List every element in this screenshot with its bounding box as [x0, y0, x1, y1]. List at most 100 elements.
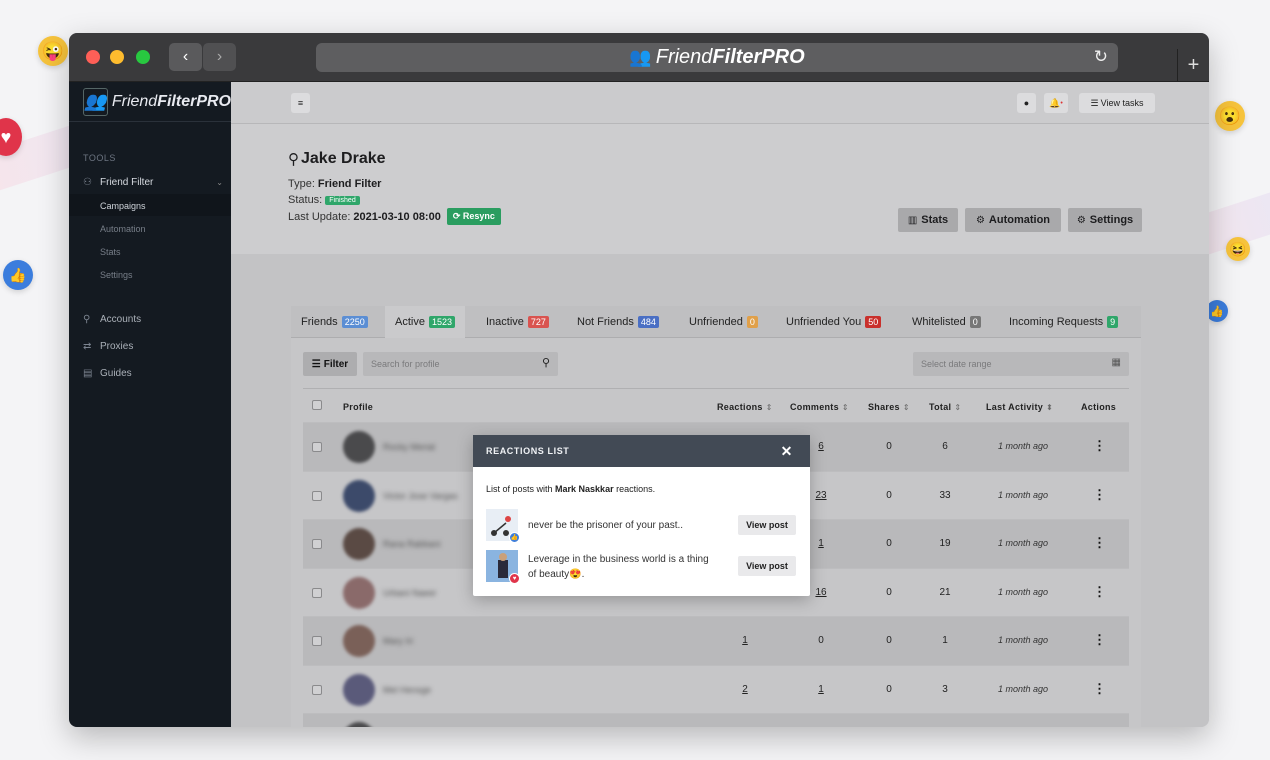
tab-label: Friends [301, 316, 338, 328]
total-cell: 19 [939, 538, 951, 549]
sidebar-item-label: Proxies [100, 341, 134, 352]
profile-name[interactable]: Victor Jose Vargas [383, 491, 458, 501]
sidebar-sub-stats[interactable]: Stats [100, 247, 121, 257]
tab-inactive[interactable]: Inactive 727 [476, 306, 559, 338]
sidebar-item-accounts[interactable]: ⚲ Accounts [83, 314, 141, 325]
tab-not-friends[interactable]: Not Friends 484 [567, 306, 669, 338]
row-checkbox[interactable] [312, 442, 322, 452]
avatar[interactable] [343, 576, 375, 609]
tab-active[interactable]: Active 1523 [385, 306, 465, 338]
minimize-window-button[interactable] [110, 50, 124, 64]
resync-button[interactable]: ⟳ Resync [446, 208, 501, 225]
profile-button[interactable]: ● [1017, 93, 1036, 113]
profile-name[interactable]: Mel Hensge [383, 685, 431, 695]
url-brand-bold: FilterPRO [712, 46, 805, 68]
sidebar-sub-campaigns[interactable]: Campaigns [100, 201, 146, 211]
header-total[interactable]: Total ⇕ [929, 402, 961, 412]
sidebar-section-label: TOOLS [83, 153, 116, 163]
header-comments[interactable]: Comments ⇕ [790, 402, 849, 412]
search-icon[interactable]: ⚲ [542, 356, 550, 369]
reload-icon[interactable]: ↻ [1094, 47, 1108, 67]
reactions-cell[interactable]: 2 [725, 684, 765, 695]
header-shares[interactable]: Shares ⇕ [868, 402, 910, 412]
tab-incoming-requests[interactable]: Incoming Requests 9 [999, 306, 1128, 338]
more-actions-icon[interactable]: ⋮ [1093, 438, 1106, 454]
avatar[interactable] [343, 431, 375, 463]
sidebar-item-guides[interactable]: ▤ Guides [83, 368, 132, 379]
row-checkbox[interactable] [312, 636, 322, 646]
total-cell: 6 [942, 441, 948, 452]
tab-friends[interactable]: Friends 2250 [291, 306, 378, 338]
search-placeholder: Search for profile [371, 359, 440, 369]
back-button[interactable]: ‹ [169, 43, 202, 71]
address-bar[interactable]: 👥 Friend FilterPRO ↻ [316, 43, 1118, 72]
row-checkbox[interactable] [312, 587, 322, 598]
reactions-cell[interactable]: 1 [725, 635, 765, 646]
select-all-checkbox[interactable] [312, 400, 322, 410]
date-range-input[interactable]: Select date range ▦ [913, 352, 1129, 376]
profile-name[interactable]: Rana Rabbani [383, 539, 441, 549]
view-post-button[interactable]: View post [738, 515, 796, 535]
tab-whitelisted[interactable]: Whitelisted 0 [902, 306, 991, 338]
header-last-activity[interactable]: Last Activity ⬍ [986, 402, 1053, 412]
post-item: ♥ Leverage in the business world is a th… [486, 550, 796, 586]
sidebar-sub-automation[interactable]: Automation [100, 224, 146, 234]
profile-name[interactable]: Rocky Merial [383, 442, 435, 452]
shares-cell: 0 [886, 441, 892, 452]
search-input[interactable]: Search for profile ⚲ [363, 352, 558, 376]
more-actions-icon[interactable]: ⋮ [1093, 487, 1106, 503]
sidebar-brand[interactable]: 👥 Friend FilterPRO [69, 82, 231, 122]
tab-unfriended[interactable]: Unfriended 0 [679, 306, 768, 338]
brand-light: Friend [111, 92, 158, 110]
avatar[interactable] [343, 625, 375, 657]
profile-name[interactable]: Mary Iri [383, 636, 413, 646]
header-reactions[interactable]: Reactions ⇕ [717, 402, 773, 412]
chevron-down-icon: ⌄ [216, 178, 223, 187]
status-label: Status: [288, 194, 323, 206]
modal-description: List of posts with Mark Naskkar reaction… [486, 484, 655, 494]
menu-toggle-button[interactable]: ≡ [291, 93, 310, 113]
row-checkbox[interactable] [312, 684, 322, 695]
sidebar-item-proxies[interactable]: ⇄ Proxies [83, 341, 133, 352]
more-actions-icon[interactable]: ⋮ [1093, 632, 1106, 648]
avatar[interactable] [343, 722, 375, 727]
view-post-button[interactable]: View post [738, 556, 796, 576]
table-row[interactable]: Richard Bolaoul | Calm20021 month ago⋮ [303, 713, 1129, 727]
avatar[interactable] [343, 479, 375, 512]
table-row[interactable]: Mary Iri 1 0 0 1 1 month ago ⋮ [303, 616, 1129, 665]
stats-button[interactable]: ▥ Stats [898, 208, 958, 232]
last-activity-cell: 1 month ago [997, 441, 1049, 451]
sidebar-sub-settings[interactable]: Settings [100, 270, 133, 280]
last-activity-cell: 1 month ago [997, 683, 1049, 694]
more-actions-icon[interactable]: ⋮ [1093, 681, 1106, 697]
filter-button[interactable]: ☰ Filter [303, 352, 357, 376]
settings-button[interactable]: ⚙ Settings [1068, 208, 1142, 232]
header-actions: Actions [1081, 402, 1117, 412]
sort-icon: ⇕ [902, 403, 910, 412]
avatar[interactable] [343, 528, 375, 560]
more-actions-icon[interactable]: ⋮ [1093, 584, 1106, 600]
close-icon[interactable]: ✕ [781, 443, 793, 460]
tab-unfriended-you[interactable]: Unfriended You 50 [776, 306, 891, 338]
avatar[interactable] [343, 673, 375, 706]
comments-cell[interactable]: 1 [801, 684, 841, 695]
tab-label: Inactive [486, 316, 524, 328]
sidebar-item-friend-filter[interactable]: ⚇ Friend Filter ⌄ [83, 177, 223, 188]
forward-button[interactable]: › [203, 43, 236, 71]
new-tab-button[interactable]: + [1177, 49, 1209, 82]
tab-label: Whitelisted [912, 316, 966, 328]
close-window-button[interactable] [86, 50, 100, 64]
date-placeholder: Select date range [921, 359, 992, 369]
table-row[interactable]: Mel Hensge 2 1 0 3 1 month ago ⋮ [303, 664, 1129, 713]
maximize-window-button[interactable] [136, 50, 150, 64]
row-checkbox[interactable] [312, 539, 322, 549]
automation-button[interactable]: ⚙ Automation [965, 208, 1061, 232]
view-tasks-button[interactable]: ☰ View tasks [1079, 93, 1155, 113]
tab-label: Not Friends [577, 316, 634, 328]
row-checkbox[interactable] [312, 490, 322, 501]
profile-name[interactable]: Urbani Naeer [383, 588, 437, 598]
more-actions-icon[interactable]: ⋮ [1093, 535, 1106, 551]
brand-logo-icon: 👥 [83, 87, 108, 116]
header-profile: Profile [343, 402, 374, 412]
notifications-button[interactable]: 🔔 • [1044, 93, 1068, 113]
